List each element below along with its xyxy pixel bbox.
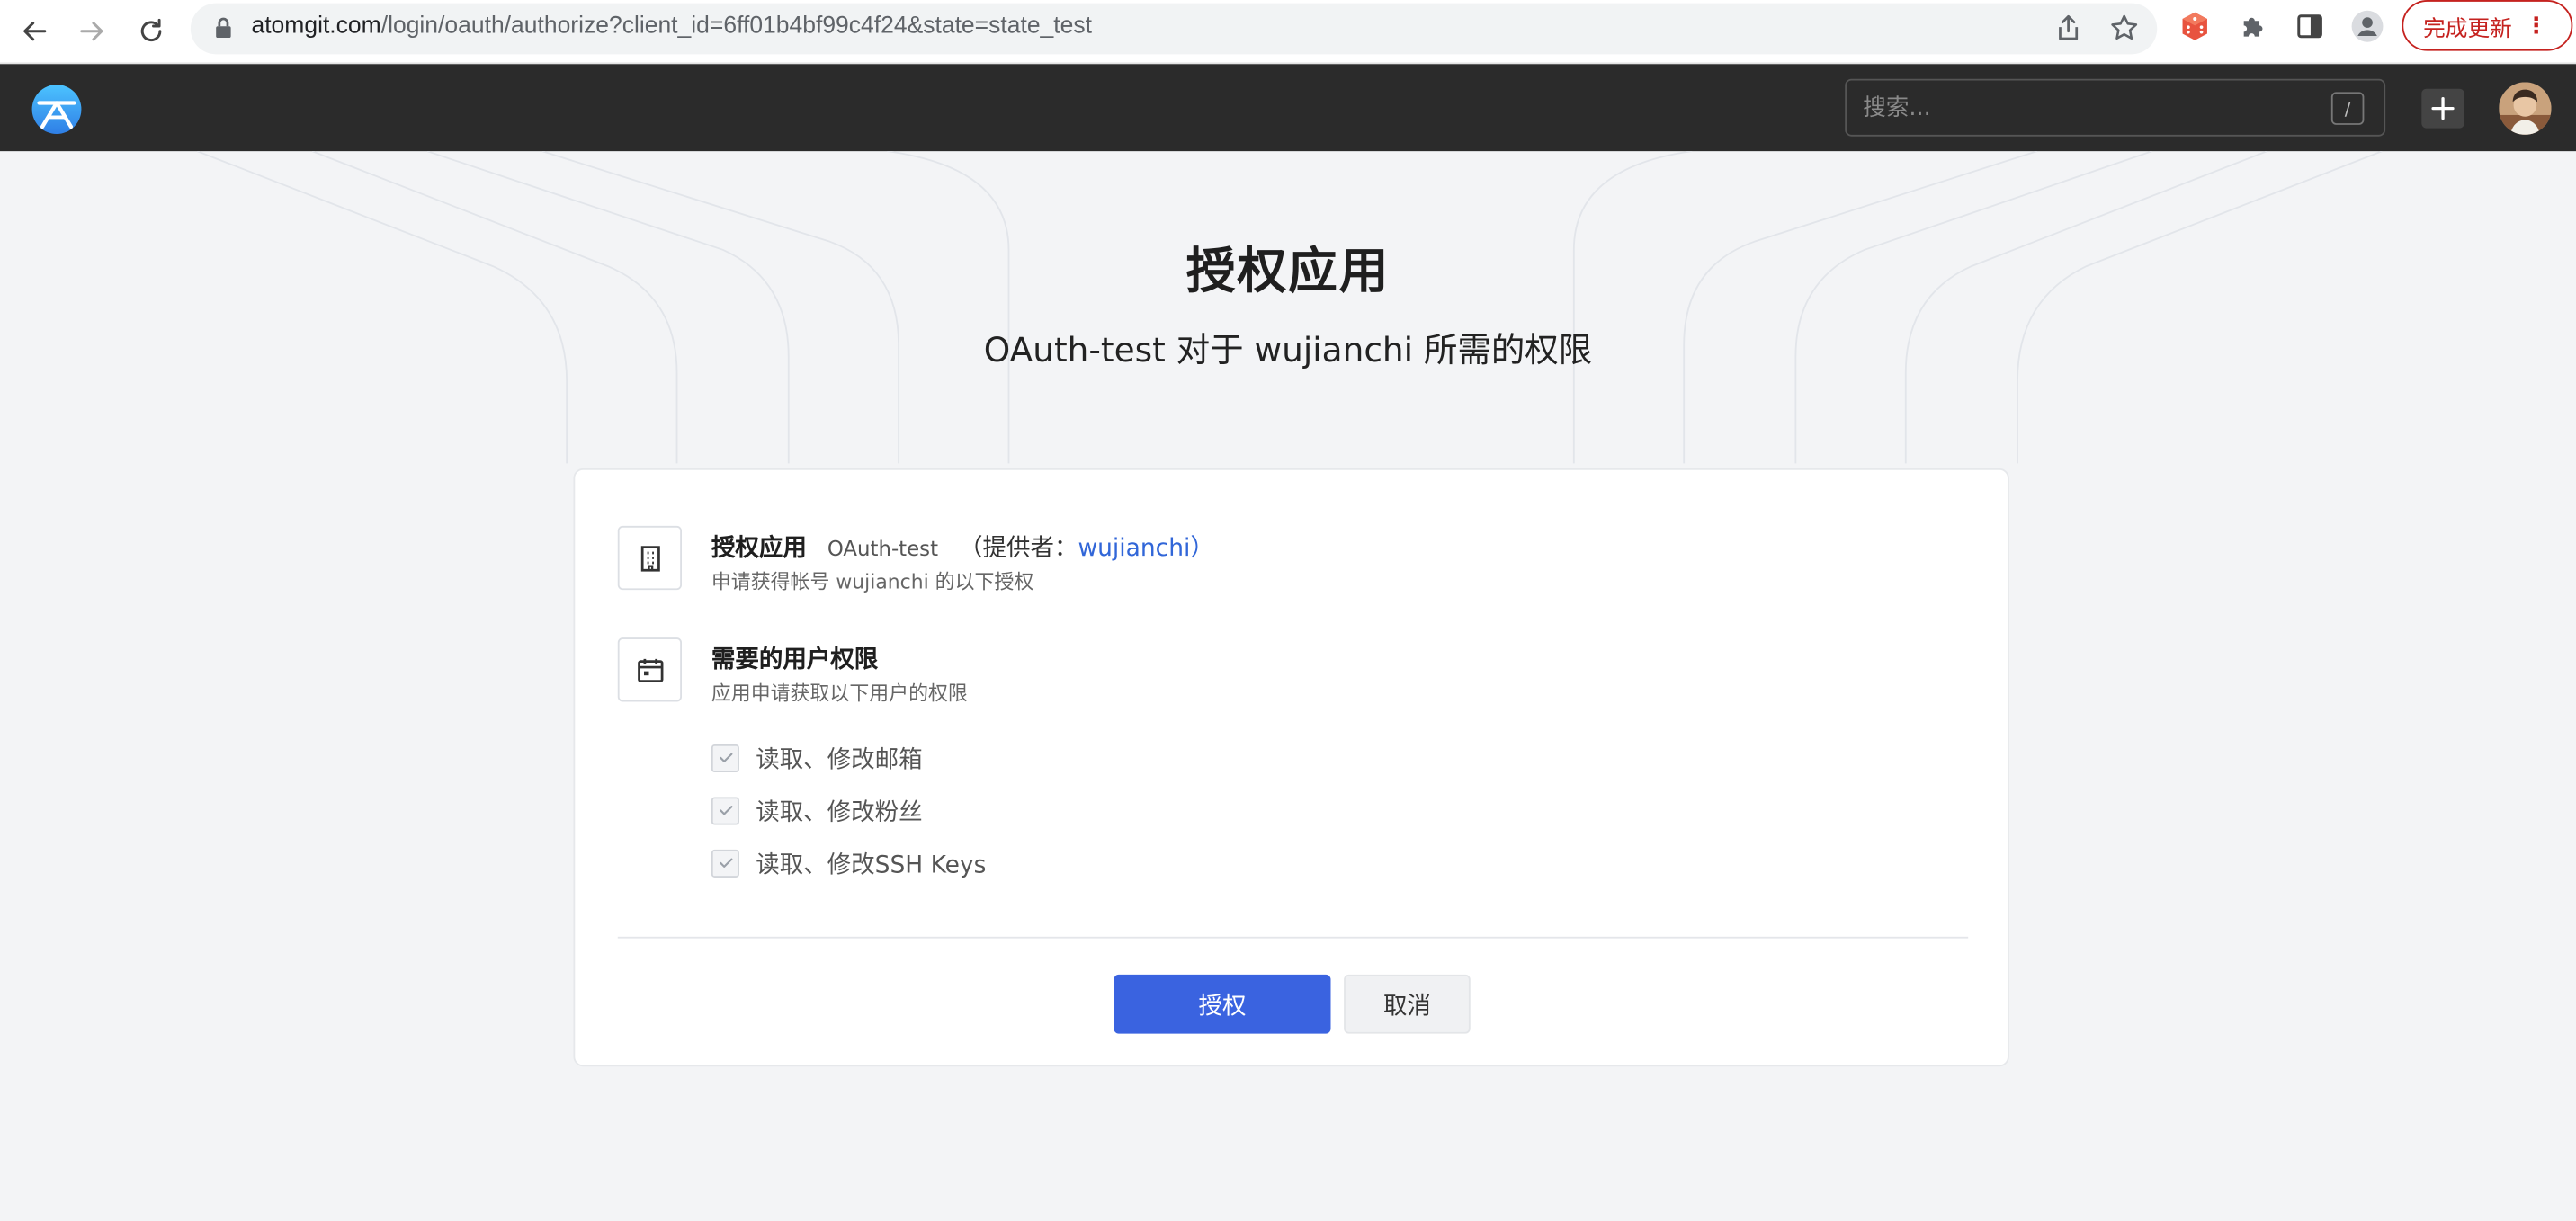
avatar[interactable]	[2499, 82, 2552, 135]
permission-item-email[interactable]: 读取、修改邮箱	[711, 741, 923, 774]
app-section-title: 授权应用 OAuth-test （提供者：wujianchi）	[711, 530, 1214, 564]
divider	[617, 936, 1969, 939]
forward-icon	[80, 22, 103, 41]
checkmark-icon	[719, 858, 732, 868]
address-bar[interactable]: atomgit.com/login/oauth/authorize?client…	[190, 3, 2158, 55]
calendar-icon	[617, 637, 683, 702]
permission-label: 读取、修改粉丝	[756, 799, 923, 826]
permission-item-followers[interactable]: 读取、修改粉丝	[711, 794, 923, 827]
search-box[interactable]: /	[1845, 78, 2386, 137]
app-section-description: 申请获得帐号 wujianchi 的以下授权	[711, 570, 1034, 593]
update-button-label: 完成更新	[2423, 15, 2512, 42]
checkmark-icon	[719, 753, 732, 762]
atomgit-logo[interactable]	[30, 84, 84, 135]
provider-info: （提供者：wujianchi）	[959, 536, 1214, 562]
forward-button[interactable]	[67, 6, 117, 56]
browser-toolbar: atomgit.com/login/oauth/authorize?client…	[0, 0, 2576, 65]
app-name: OAuth-test	[827, 535, 939, 561]
site-header: /	[0, 64, 2576, 152]
permissions-section-description: 应用申请获取以下用户的权限	[711, 682, 968, 706]
share-icon[interactable]	[2053, 13, 2083, 43]
page-subtitle: OAuth-test 对于 wujianchi 所需的权限	[983, 330, 1593, 370]
authorization-card: 授权应用 OAuth-test （提供者：wujianchi） 申请获得帐号 w…	[573, 468, 2009, 1067]
user-avatar-image	[2499, 82, 2552, 135]
provider-prefix: （提供者：	[959, 535, 1078, 563]
extension-dice-icon[interactable]	[2178, 10, 2212, 43]
cancel-button[interactable]: 取消	[1344, 974, 1471, 1034]
permission-checkbox[interactable]	[711, 849, 739, 878]
plus-icon	[2431, 97, 2455, 120]
app-section-label: 授权应用	[711, 535, 807, 563]
building-icon	[617, 525, 683, 591]
permission-label: 读取、修改邮箱	[756, 746, 923, 773]
provider-suffix: ）	[1190, 535, 1214, 563]
permission-label: 读取、修改SSH Keys	[756, 851, 987, 878]
permission-item-ssh-keys[interactable]: 读取、修改SSH Keys	[711, 846, 987, 879]
reload-button[interactable]	[127, 6, 176, 56]
create-new-button[interactable]	[2421, 88, 2464, 129]
permission-checkbox[interactable]	[711, 796, 739, 824]
search-shortcut-hint: /	[2330, 92, 2365, 125]
checkmark-icon	[719, 806, 732, 815]
permission-checkbox[interactable]	[711, 744, 739, 772]
star-icon[interactable]	[2109, 13, 2139, 43]
url-text: atomgit.com/login/oauth/authorize?client…	[251, 13, 1092, 40]
page-title: 授权应用	[1185, 243, 1391, 301]
back-icon	[23, 22, 47, 41]
more-icon: ⋮	[2525, 12, 2548, 39]
puzzle-icon[interactable]	[2236, 10, 2269, 43]
update-button[interactable]: 完成更新 ⋮	[2402, 0, 2573, 51]
profile-icon[interactable]	[2351, 10, 2384, 43]
provider-link[interactable]: wujianchi	[1078, 536, 1190, 562]
reload-icon	[140, 18, 162, 42]
authorize-button[interactable]: 授权	[1114, 974, 1331, 1034]
permissions-section-title: 需要的用户权限	[711, 647, 879, 674]
lock-icon	[216, 17, 231, 39]
sidepanel-icon[interactable]	[2294, 10, 2327, 43]
page-root: atomgit.com/login/oauth/authorize?client…	[0, 0, 2576, 1221]
search-input[interactable]	[1863, 92, 2323, 125]
back-button[interactable]	[10, 6, 59, 56]
